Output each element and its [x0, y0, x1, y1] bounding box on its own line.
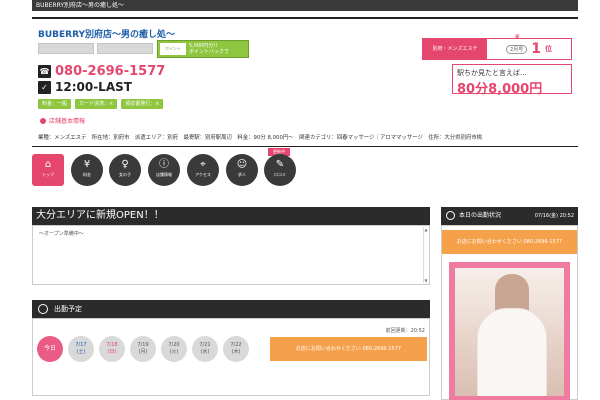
shop-info-row: 業種：メンズエステ 所在地：別府市 派遣エリア：別府 最寄駅：別府駅周辺 料金：…: [38, 135, 483, 141]
today-date: 07/16(金) 20:52: [534, 213, 574, 219]
price-amount: 80分8,000円: [457, 82, 543, 97]
nav-top-label: トップ: [42, 172, 54, 177]
yen-icon: ¥: [83, 159, 91, 170]
breadcrumb: BUBERRY別府店〜男の癒し処〜: [36, 2, 125, 9]
price-title: 駅ちか見たと言えば...: [457, 69, 527, 77]
nav-recruit[interactable]: ☺ 求人: [226, 154, 258, 186]
nav-access[interactable]: ⌖ アクセス: [187, 154, 219, 186]
nav-top[interactable]: ⌂ トップ: [32, 154, 64, 186]
price-box[interactable]: 駅ちか見たと言えば... 80分8,000円: [452, 64, 572, 97]
top-breadcrumb-bar: BUBERRY別府店〜男の癒し処〜: [32, 0, 578, 11]
schedule-header: 出勤予定: [32, 300, 430, 318]
day-date: 7/18: [106, 342, 118, 348]
ranking-unit: 位: [544, 45, 552, 53]
nav-recruit-label: 求人: [238, 172, 246, 177]
day-date: 7/17: [75, 342, 87, 348]
nav-shop-info[interactable]: ⓘ 店舗情報: [148, 154, 180, 186]
day-weekday: (土): [76, 349, 86, 355]
clock-icon: [446, 211, 455, 220]
day-weekday: (火): [169, 349, 179, 355]
day-7-20[interactable]: 7/20 (火): [161, 336, 187, 362]
woman-icon: ♀: [121, 159, 129, 170]
gray-button-1[interactable]: [38, 43, 94, 54]
tag-list: 料金：一般 カード決済：× 領収書発行：×: [38, 99, 164, 109]
schedule-contact-button[interactable]: お店にお問い合わせください 080-2696-1577: [270, 337, 427, 361]
nav-shop-info-label: 店舗情報: [156, 172, 172, 177]
today-contact-button[interactable]: お店にお問い合わせください 080-2696-1577: [442, 230, 577, 254]
point-banner[interactable]: ポイント 5,000円分!! ポイントバックで: [157, 40, 249, 58]
girl-photo-frame[interactable]: [449, 262, 570, 400]
day-date: 7/22: [230, 342, 242, 348]
ranking-number: 1: [531, 41, 541, 57]
basic-info-link[interactable]: 店舗基本情報: [40, 116, 85, 125]
nav-price-label: 料金: [83, 172, 91, 177]
schedule-updated: 前回更新：20:52: [385, 328, 425, 334]
ranking-box[interactable]: 別府・メンズエステ 2月号 1 位: [422, 38, 572, 60]
open-notice-body: 〜オープン準備中〜 ▲ ▼: [32, 225, 430, 285]
schedule-body: 前回更新：20:52 今日 7/17 (土) 7/18 (日) 7/19 (月) 7/…: [32, 318, 430, 396]
phone-icon: ☎: [38, 64, 51, 78]
day-7-22[interactable]: 7/22 (木): [223, 336, 249, 362]
day-date: 7/19: [137, 342, 149, 348]
day-weekday: (月): [138, 349, 148, 355]
day-weekday: (日): [107, 349, 117, 355]
nav-girls[interactable]: ♀ 女の子: [109, 154, 141, 186]
nav-girls-label: 女の子: [119, 172, 131, 177]
nav-price[interactable]: ¥ 料金: [71, 154, 103, 186]
pin-icon: ⌖: [200, 159, 206, 170]
shop-name[interactable]: BUBERRY別府店〜男の癒し処〜: [38, 27, 175, 40]
day-7-18[interactable]: 7/18 (日): [99, 336, 125, 362]
day-date: 7/20: [168, 342, 180, 348]
scrollbar[interactable]: ▲ ▼: [423, 227, 428, 283]
day-7-17[interactable]: 7/17 (土): [68, 336, 94, 362]
day-7-19[interactable]: 7/19 (月): [130, 336, 156, 362]
edit-icon: ✎: [275, 159, 285, 170]
tag-price: 料金：一般: [38, 99, 72, 109]
info-icon: ⓘ: [159, 159, 169, 170]
today-body: お店にお問い合わせください 080-2696-1577: [441, 225, 578, 400]
nav-reviews[interactable]: ✎ 口コミ: [264, 154, 296, 186]
business-hours: 12:00-LAST: [55, 80, 132, 94]
today-title: 本日の出勤状況: [459, 212, 502, 219]
ranking-label: 別府・メンズエステ: [423, 39, 487, 59]
header-rule: [32, 17, 578, 19]
nav-access-label: アクセス: [195, 172, 211, 177]
home-icon: ⌂: [44, 159, 52, 170]
clock-icon: ✓: [38, 80, 51, 94]
person-icon: ☺: [236, 159, 248, 170]
ranking-month: 2月号: [506, 44, 528, 54]
gray-button-2[interactable]: [97, 43, 153, 54]
day-weekday: (水): [200, 349, 210, 355]
schedule-title: 出勤予定: [54, 305, 82, 313]
phone-row[interactable]: ☎ 080-2696-1577: [38, 64, 165, 79]
day-date: 7/21: [199, 342, 211, 348]
open-notice-title: 大分エリアに新規OPEN！！: [32, 207, 430, 225]
ranking-value: 2月号 1 位: [487, 39, 571, 59]
info-dot-icon: [40, 118, 46, 124]
nav-reviews-label: 口コミ: [274, 172, 286, 177]
clock-icon: [38, 304, 48, 314]
tag-card: カード決済：×: [75, 99, 118, 109]
day-weekday: (木): [231, 349, 241, 355]
girl-photo: [455, 268, 564, 396]
photo-body-shape: [477, 308, 547, 396]
banner-line-2: ポイントバックで: [189, 49, 230, 55]
hours-row: ✓ 12:00-LAST: [38, 80, 132, 94]
day-7-21[interactable]: 7/21 (水): [192, 336, 218, 362]
open-notice-text: 〜オープン準備中〜: [39, 231, 84, 237]
day-today[interactable]: 今日: [37, 336, 63, 362]
basic-info-label: 店舗基本情報: [49, 118, 86, 125]
tag-receipt: 領収書発行：×: [121, 99, 164, 109]
today-header: 本日の出勤状況 07/16(金) 20:52: [441, 207, 578, 225]
info-rule: [32, 146, 578, 147]
banner-text: 5,000円分!! ポイントバックで: [189, 43, 229, 55]
phone-number[interactable]: 080-2696-1577: [55, 64, 165, 79]
banner-logo: ポイント: [160, 43, 186, 55]
